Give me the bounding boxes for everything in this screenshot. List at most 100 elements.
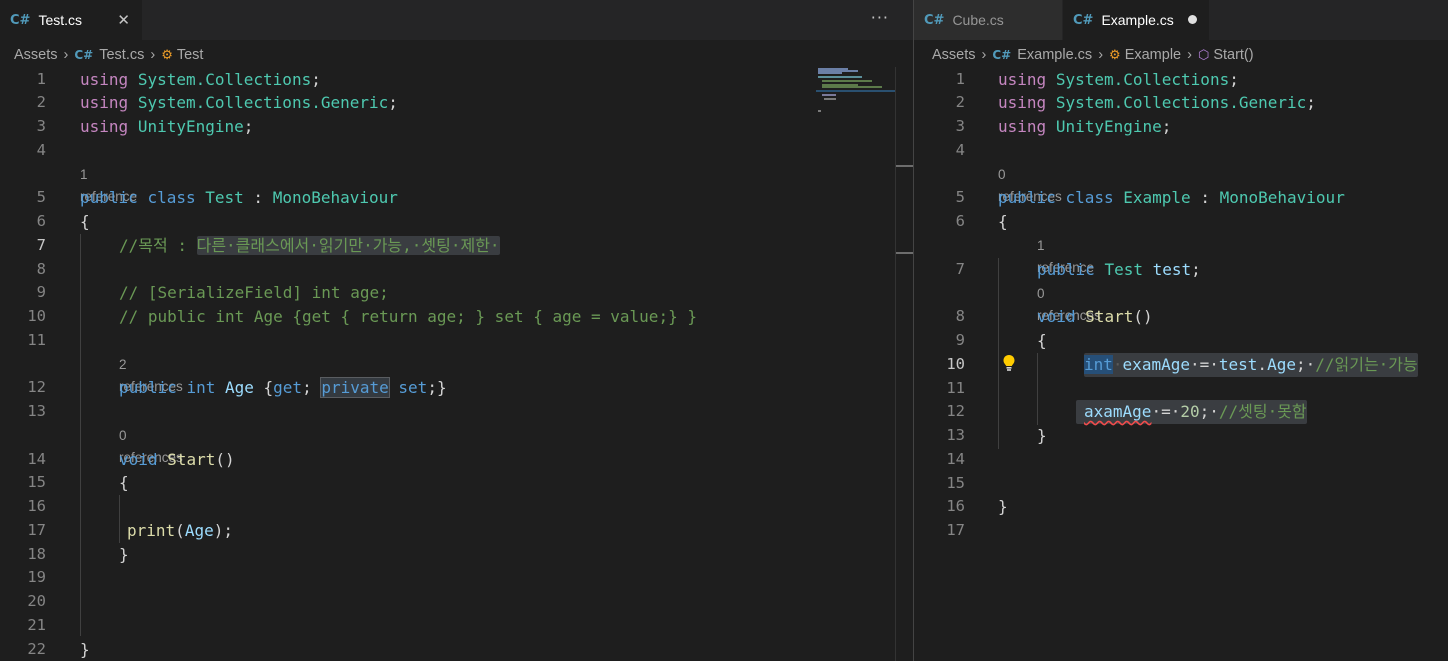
minimap-line xyxy=(818,110,821,112)
token-keyword: using xyxy=(80,93,129,112)
chevron-right-icon: › xyxy=(1098,47,1104,63)
token-punct: . xyxy=(1257,355,1268,374)
breadcrumb-assets[interactable]: Assets xyxy=(932,47,976,63)
breadcrumb-file[interactable]: Test.cs xyxy=(99,47,144,63)
token-keyword: void xyxy=(1037,307,1076,326)
breadcrumb-class[interactable]: Example xyxy=(1125,47,1181,63)
token-keyword: class xyxy=(1065,188,1114,207)
token-comment: //목적 : xyxy=(119,236,197,255)
line-number: 11 xyxy=(946,379,965,397)
minimap-line xyxy=(822,94,836,96)
chevron-right-icon: › xyxy=(63,47,69,63)
codelens-references[interactable]: 1 reference xyxy=(1037,235,1094,275)
token-keyword: using xyxy=(998,117,1047,136)
scrollbar-marker xyxy=(896,252,913,254)
left-tab-bar: C# Test.cs ✕ ··· xyxy=(0,0,913,40)
code-line-22: } xyxy=(80,640,90,659)
tab-cube-cs[interactable]: C# Cube.cs xyxy=(914,0,1062,40)
token-type: Example xyxy=(1123,188,1191,207)
breadcrumb-file[interactable]: Example.cs xyxy=(1017,47,1092,63)
line-number: 17 xyxy=(946,521,965,539)
token-comment: //셋팅·못함 xyxy=(1218,402,1307,421)
tab-test-cs[interactable]: C# Test.cs ✕ xyxy=(0,0,142,40)
token-punct: ; xyxy=(1191,260,1201,279)
token-punct: ;} xyxy=(427,378,447,397)
token-punct: ; xyxy=(1161,117,1172,136)
token-keyword: using xyxy=(998,70,1047,89)
token-keyword: set xyxy=(398,378,428,397)
line-number: 4 xyxy=(36,141,46,159)
token-keyword: using xyxy=(998,93,1047,112)
unsaved-dot-icon[interactable] xyxy=(1188,15,1197,24)
codelens-references[interactable]: 0 references xyxy=(119,425,183,465)
token-keyword: using xyxy=(80,117,129,136)
breadcrumb-symbol[interactable]: Test xyxy=(177,47,204,63)
scrollbar-marker xyxy=(896,165,913,167)
token-type: Test xyxy=(1104,260,1143,279)
token-punct: : xyxy=(1190,188,1220,207)
line-number: 12 xyxy=(946,402,965,420)
chevron-right-icon: › xyxy=(1187,47,1192,63)
line-number: 13 xyxy=(946,426,965,444)
token-punct: ); xyxy=(213,521,233,540)
breadcrumb: Assets › C# Example.cs › ⚙ Example › ⬡ S… xyxy=(932,44,1254,66)
minimap-line xyxy=(824,98,836,100)
minimap[interactable] xyxy=(816,67,896,117)
class-icon: ⚙ xyxy=(1109,47,1121,62)
token-namespace: UnityEngine xyxy=(137,117,244,136)
right-tab-bar: C# Cube.cs C# Example.cs xyxy=(914,0,1448,40)
line-number: 5 xyxy=(955,188,965,206)
token-variable: test xyxy=(1218,355,1258,374)
tab-example-cs[interactable]: C# Example.cs xyxy=(1063,0,1209,40)
indent-guide xyxy=(80,234,81,636)
lightbulb-icon[interactable] xyxy=(1002,354,1016,372)
left-editor-group: C# Test.cs ✕ ··· Assets › C# Test.cs › ⚙… xyxy=(0,0,913,661)
line-number: 7 xyxy=(955,260,965,278)
line-number: 18 xyxy=(27,545,46,563)
line-number: 20 xyxy=(27,592,46,610)
class-icon: ⚙ xyxy=(161,47,173,62)
breadcrumb-assets[interactable]: Assets xyxy=(14,47,58,63)
line-number: 10 xyxy=(27,307,46,325)
line-number: 2 xyxy=(955,93,965,111)
token-punct: ; xyxy=(1306,93,1316,112)
token-punct: ;· xyxy=(1199,402,1219,421)
code-line-2: using System.Collections.Generic; xyxy=(998,91,1316,115)
codelens-references[interactable]: 2 references xyxy=(119,354,183,394)
token-punct: ; xyxy=(302,378,322,397)
code-line-7: //목적 : 다른·클래스에서·읽기만·가능,·셋팅·제한· xyxy=(119,234,500,258)
code-line-3: using UnityEngine; xyxy=(80,115,253,139)
token-type: MonoBehaviour xyxy=(272,188,398,207)
token-punct: ·=· xyxy=(1189,355,1219,374)
token-property: Age xyxy=(224,378,254,397)
minimap-line xyxy=(822,86,882,88)
token-namespace: System.Collections.Generic xyxy=(137,93,389,112)
breadcrumb: Assets › C# Test.cs › ⚙ Test xyxy=(14,44,203,66)
line-number: 8 xyxy=(36,260,46,278)
codelens-references[interactable]: 0 references xyxy=(1037,283,1101,323)
line-number: 15 xyxy=(27,473,46,491)
codelens-references[interactable]: 0 references xyxy=(998,164,1062,204)
line-number: 5 xyxy=(36,188,46,206)
token-variable: examAge xyxy=(1122,355,1190,374)
token-keyword: public xyxy=(1037,260,1095,279)
breadcrumb-method[interactable]: Start() xyxy=(1213,47,1253,63)
token-punct: { xyxy=(253,378,274,397)
more-actions-icon[interactable]: ··· xyxy=(871,8,889,27)
token-comment-highlight: 다른·클래스에서·읽기만·가능,·셋팅·제한· xyxy=(196,236,500,255)
token-punct: ( xyxy=(175,521,185,540)
indent-guide xyxy=(1037,353,1038,425)
token-keyword: class xyxy=(147,188,196,207)
vertical-scrollbar[interactable] xyxy=(895,67,913,661)
chevron-right-icon: › xyxy=(150,47,156,63)
token-number: 20 xyxy=(1180,402,1200,421)
codelens-references[interactable]: 1 reference xyxy=(80,164,137,204)
token-punct: : xyxy=(243,188,273,207)
code-line-2: using System.Collections.Generic; xyxy=(80,91,398,115)
csharp-file-icon: C# xyxy=(924,12,945,28)
close-icon[interactable]: ✕ xyxy=(117,11,130,29)
code-line-15: { xyxy=(119,473,129,492)
line-number: 6 xyxy=(955,212,965,230)
code-line-5: public class Test : MonoBehaviour xyxy=(80,186,398,210)
code-line-18: } xyxy=(119,545,129,564)
